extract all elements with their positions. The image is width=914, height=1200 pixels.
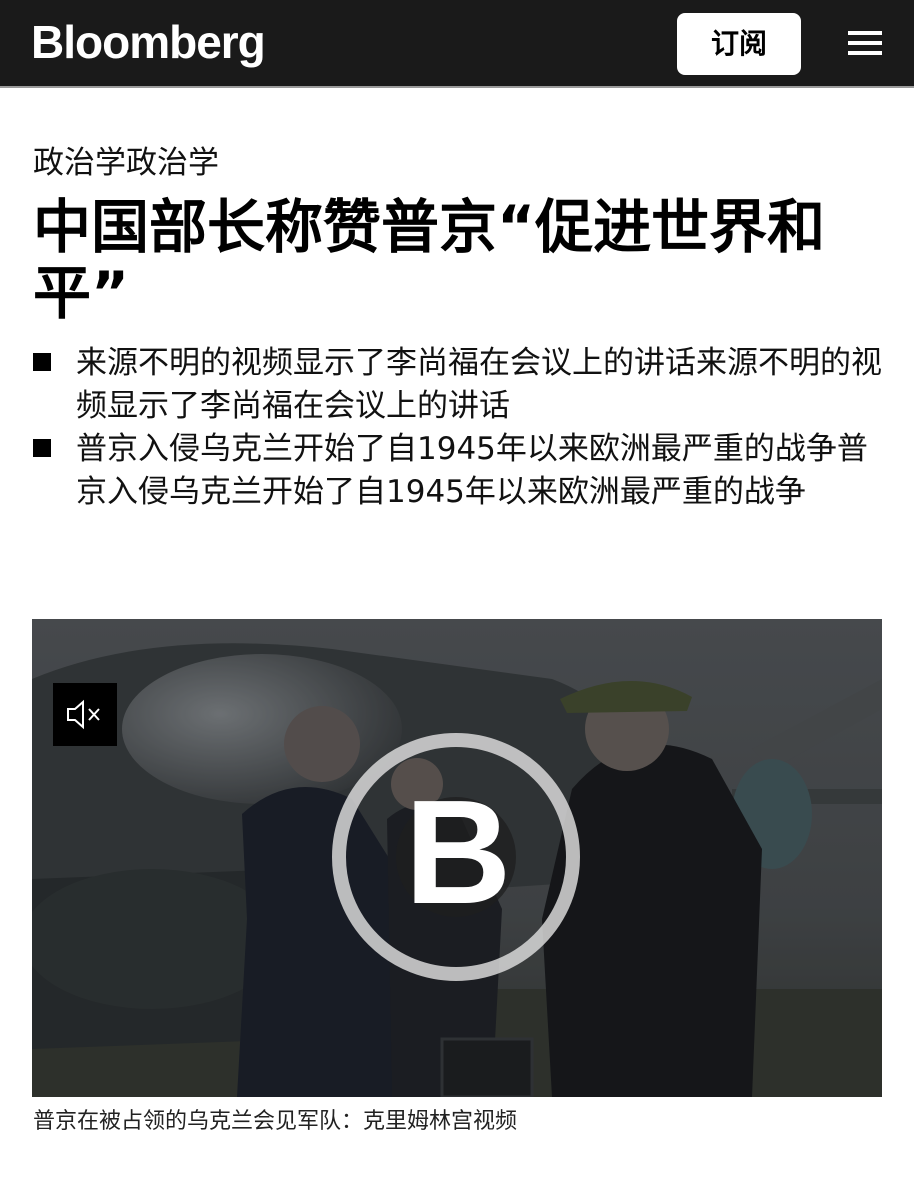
summary-bullet: 普京入侵乌克兰开始了自1945年以来欧洲最严重的战争普京入侵乌克兰开始了自194… [33,428,883,514]
subscribe-button[interactable]: 订阅 [677,13,801,75]
article-headline: 中国部长称赞普京“促进世界和平” [33,193,826,327]
video-player[interactable]: B [32,619,882,1097]
menu-line [848,31,882,35]
article-category[interactable]: 政治学政治学 [33,142,219,184]
summary-bullets: 来源不明的视频显示了李尚福在会议上的讲话来源不明的视频显示了李尚福在会议上的讲话… [33,342,883,514]
bloomberg-logo[interactable]: Bloomberg [31,14,266,70]
video-caption: 普京在被占领的乌克兰会见军队：克里姆林宫视频 [33,1109,518,1134]
bloomberg-b-play-icon[interactable]: B [330,731,582,983]
summary-bullet-text: 普京入侵乌克兰开始了自1945年以来欧洲最严重的战争普京入侵乌克兰开始了自194… [76,431,868,510]
mute-button[interactable] [53,683,117,746]
menu-line [848,41,882,45]
summary-bullet: 来源不明的视频显示了李尚福在会议上的讲话来源不明的视频显示了李尚福在会议上的讲话 [33,342,883,428]
menu-line [848,51,882,55]
svg-text:B: B [405,770,512,935]
speaker-muted-icon [67,699,100,730]
top-nav-bar: Bloomberg 订阅 [0,0,914,88]
bullet-square-icon [33,353,51,371]
hamburger-menu-icon[interactable] [848,28,882,58]
summary-bullet-text: 来源不明的视频显示了李尚福在会议上的讲话来源不明的视频显示了李尚福在会议上的讲话 [76,345,882,424]
bullet-square-icon [33,439,51,457]
